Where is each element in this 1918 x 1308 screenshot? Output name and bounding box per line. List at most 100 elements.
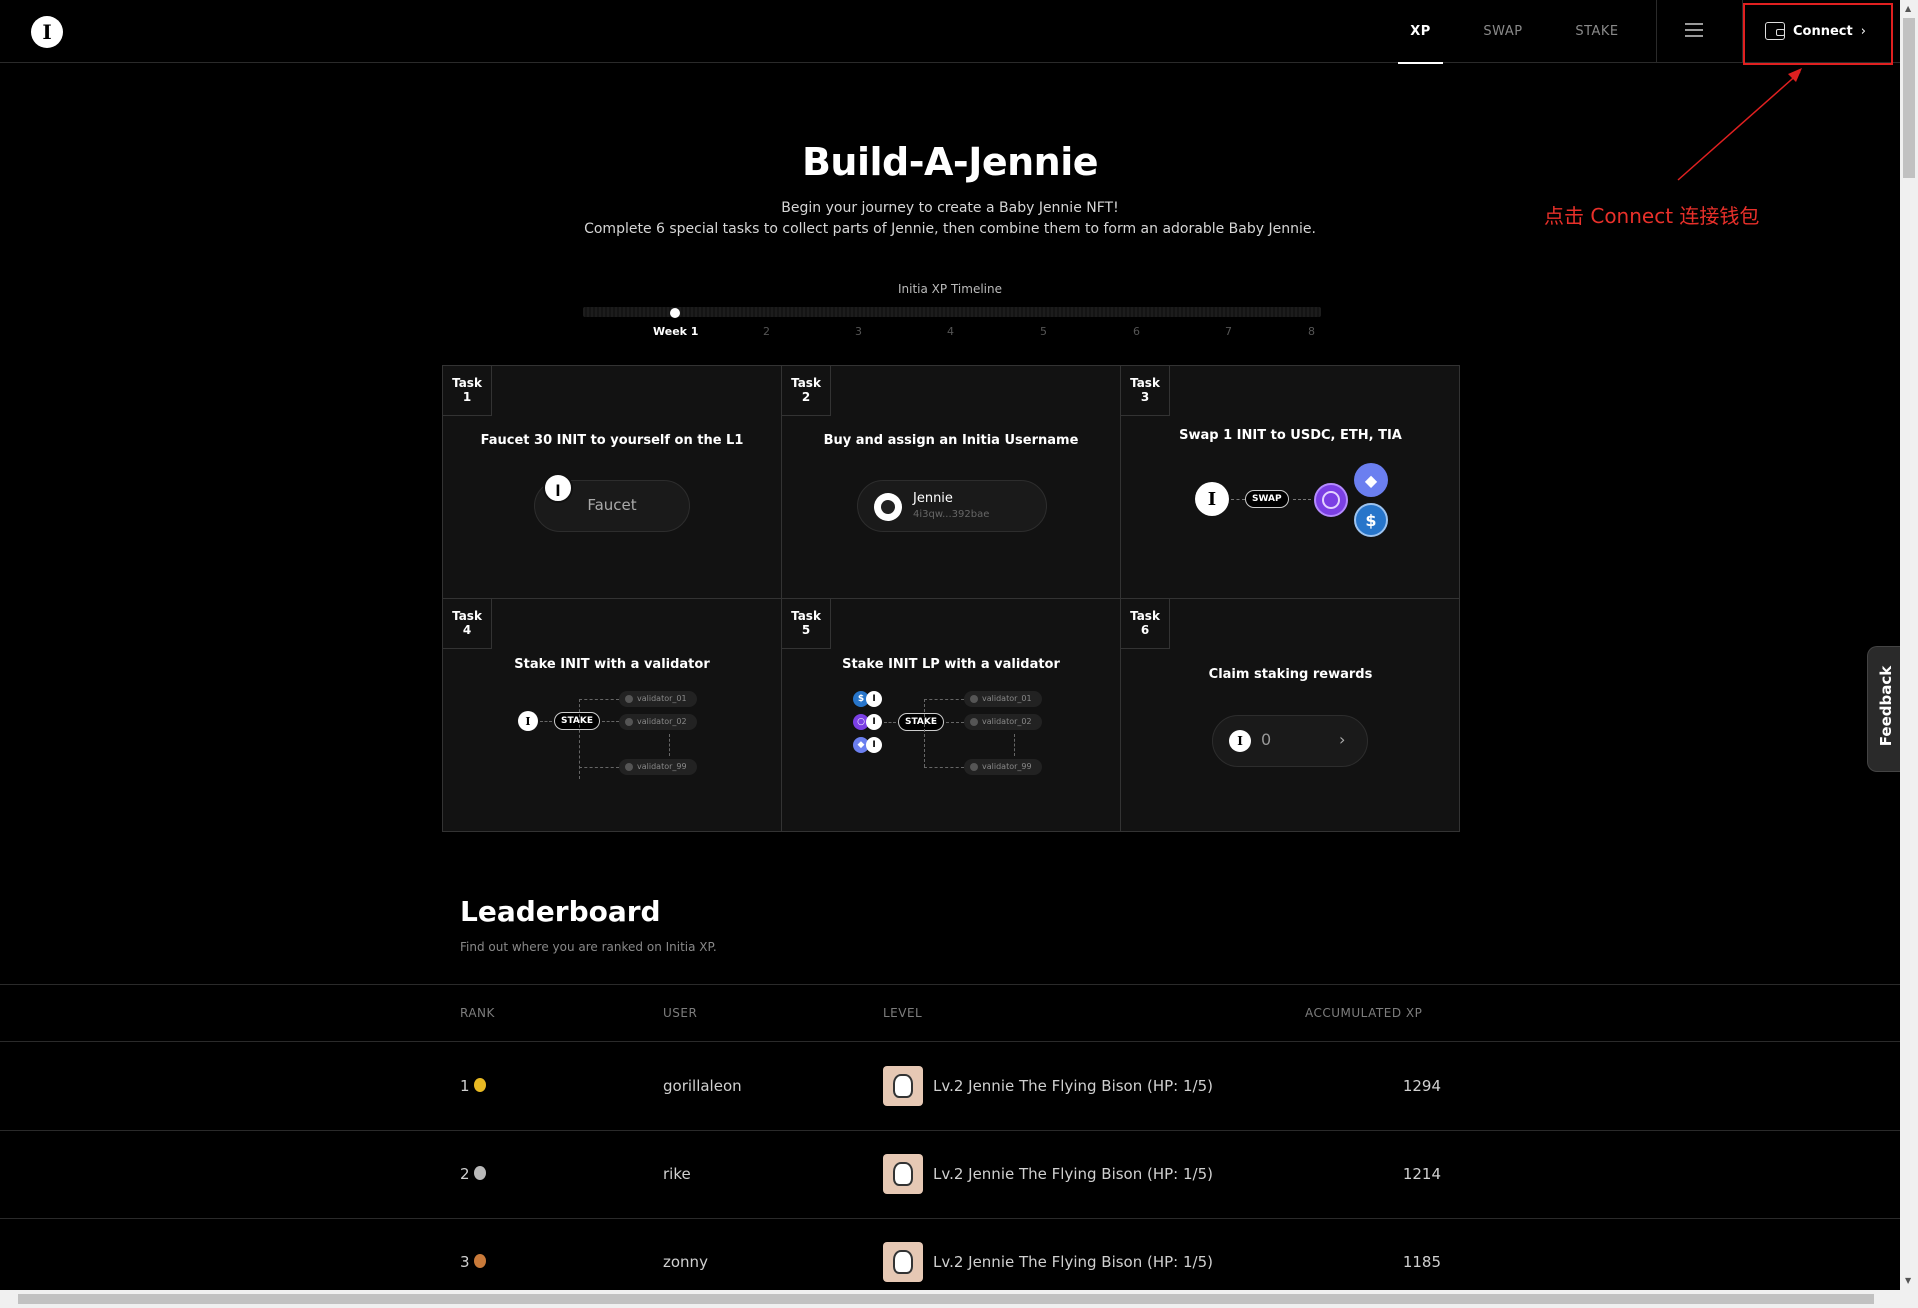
user-cell: zonny bbox=[663, 1253, 708, 1271]
task-grid: Task 1 Faucet 30 INIT to yourself on the … bbox=[442, 365, 1460, 832]
usdc-token-icon: $ bbox=[1354, 503, 1388, 537]
divider bbox=[0, 1130, 1900, 1131]
rank-cell: 1 bbox=[460, 1077, 486, 1095]
nav-divider bbox=[1656, 0, 1657, 63]
connector-line bbox=[924, 767, 964, 768]
task-card-4[interactable]: Task 4 Stake INIT with a validator I STAK… bbox=[443, 599, 782, 832]
init-token-icon: I bbox=[866, 737, 882, 753]
level-avatar bbox=[883, 1154, 923, 1194]
xp-cell: 1214 bbox=[1402, 1165, 1441, 1183]
validator-pill: validator_02 bbox=[964, 714, 1042, 730]
task-tag: Task 6 bbox=[1121, 599, 1170, 649]
timeline-track bbox=[583, 307, 1321, 317]
connector-line bbox=[946, 722, 964, 723]
initia-logo[interactable]: I bbox=[31, 16, 63, 48]
username-label: Jennie bbox=[913, 491, 953, 506]
task-title: Stake INIT LP with a validator bbox=[842, 657, 1060, 672]
gold-medal-icon bbox=[473, 1078, 486, 1092]
horizontal-scrollbar[interactable] bbox=[0, 1290, 1900, 1308]
connector-line bbox=[602, 721, 619, 722]
connector-line bbox=[1231, 499, 1245, 500]
hamburger-menu-icon[interactable] bbox=[1685, 23, 1703, 37]
validator-pill: validator_01 bbox=[964, 691, 1042, 707]
silver-medal-icon bbox=[473, 1166, 486, 1180]
feedback-tab[interactable]: Feedback bbox=[1867, 646, 1903, 772]
task-card-2[interactable]: Task 2 Buy and assign an Initia Username … bbox=[782, 366, 1121, 599]
nav-swap[interactable]: SWAP bbox=[1476, 0, 1530, 63]
connector-line bbox=[924, 699, 964, 767]
init-token-icon: I bbox=[866, 691, 882, 707]
col-header-user: USER bbox=[663, 1006, 698, 1020]
scroll-thumb[interactable] bbox=[18, 1294, 1874, 1304]
leaderboard-title: Leaderboard bbox=[460, 895, 661, 928]
scroll-up-icon[interactable]: ▲ bbox=[1905, 4, 1911, 13]
scroll-down-icon[interactable]: ▼ bbox=[1905, 1276, 1911, 1285]
divider bbox=[0, 1218, 1900, 1219]
level-avatar bbox=[883, 1242, 923, 1282]
task-tag: Task 5 bbox=[782, 599, 831, 649]
claim-rewards-button[interactable]: I 0 › bbox=[1212, 715, 1368, 767]
swap-badge: SWAP bbox=[1245, 490, 1289, 508]
xp-cell: 1294 bbox=[1402, 1077, 1441, 1095]
level-avatar bbox=[883, 1066, 923, 1106]
task-title: Faucet 30 INIT to yourself on the L1 bbox=[480, 433, 744, 448]
validator-pill: validator_99 bbox=[964, 759, 1042, 775]
connector-line bbox=[579, 699, 619, 700]
rank-cell: 3 bbox=[460, 1253, 486, 1271]
hero-subtitle-line2: Complete 6 special tasks to collect part… bbox=[584, 221, 1316, 237]
nav-xp[interactable]: XP bbox=[1398, 0, 1443, 64]
timeline-current-marker bbox=[670, 308, 680, 318]
scroll-thumb[interactable] bbox=[1903, 18, 1915, 178]
timeline-label: Initia XP Timeline bbox=[898, 282, 1002, 296]
bronze-medal-icon bbox=[473, 1254, 486, 1268]
timeline-tick: 8 bbox=[1308, 325, 1315, 338]
username-card: Jennie 4i3qw...392bae bbox=[857, 480, 1047, 532]
timeline-tick: 3 bbox=[855, 325, 862, 338]
leaderboard-subtitle: Find out where you are ranked on Initia … bbox=[460, 940, 717, 954]
xp-cell: 1185 bbox=[1402, 1253, 1441, 1271]
task-card-6[interactable]: Task 6 Claim staking rewards I 0 › bbox=[1121, 599, 1460, 832]
connector-line bbox=[540, 721, 552, 722]
task-card-5[interactable]: Task 5 Stake INIT LP with a validator $ I… bbox=[782, 599, 1121, 832]
task-card-3[interactable]: Task 3 Swap 1 INIT to USDC, ETH, TIA I SW… bbox=[1121, 366, 1460, 599]
connector-line bbox=[1293, 499, 1311, 500]
task-tag: Task 1 bbox=[443, 366, 492, 416]
level-cell: Lv.2 Jennie The Flying Bison (HP: 1/5) bbox=[933, 1165, 1213, 1183]
timeline-tick: 5 bbox=[1040, 325, 1047, 338]
ellipsis-dots bbox=[1014, 734, 1015, 756]
username-address: 4i3qw...392bae bbox=[913, 509, 990, 520]
init-token-icon: I bbox=[1195, 482, 1229, 516]
vertical-scrollbar[interactable]: ▲ ▼ bbox=[1900, 0, 1918, 1308]
task-title: Buy and assign an Initia Username bbox=[823, 433, 1079, 448]
nav-stake[interactable]: STAKE bbox=[1569, 0, 1625, 63]
task-card-1[interactable]: Task 1 Faucet 30 INIT to yourself on the … bbox=[443, 366, 782, 599]
reward-amount: 0 bbox=[1261, 730, 1272, 749]
hero-subtitle-line1: Begin your journey to create a Baby Jenn… bbox=[781, 200, 1119, 216]
task-title: Stake INIT with a validator bbox=[514, 657, 710, 672]
chevron-right-icon: › bbox=[1339, 730, 1346, 749]
task-tag: Task 3 bbox=[1121, 366, 1170, 416]
task-title: Swap 1 INIT to USDC, ETH, TIA bbox=[1179, 428, 1402, 443]
task-tag: Task 4 bbox=[443, 599, 492, 649]
validator-pill: validator_01 bbox=[619, 691, 697, 707]
top-nav: I XP SWAP STAKE Connect › bbox=[0, 0, 1900, 64]
level-cell: Lv.2 Jennie The Flying Bison (HP: 1/5) bbox=[933, 1253, 1213, 1271]
rank-cell: 2 bbox=[460, 1165, 486, 1183]
connector-line bbox=[924, 699, 964, 700]
connector-line bbox=[884, 722, 896, 723]
tia-token-icon bbox=[1314, 483, 1348, 517]
col-header-level: LEVEL bbox=[883, 1006, 923, 1020]
timeline-tick: 6 bbox=[1133, 325, 1140, 338]
connector-line bbox=[579, 767, 619, 768]
col-header-xp: ACCUMULATED XP bbox=[1305, 1006, 1423, 1020]
validator-pill: validator_99 bbox=[619, 759, 697, 775]
feedback-label: Feedback bbox=[1877, 665, 1895, 747]
divider bbox=[0, 984, 1900, 985]
eth-token-icon: ◆ bbox=[1354, 463, 1388, 497]
user-cell: gorillaleon bbox=[663, 1077, 742, 1095]
divider bbox=[0, 1041, 1900, 1042]
timeline-tick: 2 bbox=[763, 325, 770, 338]
col-header-rank: RANK bbox=[460, 1006, 495, 1020]
timeline-tick: Week 1 bbox=[653, 325, 699, 338]
user-cell: rike bbox=[663, 1165, 691, 1183]
